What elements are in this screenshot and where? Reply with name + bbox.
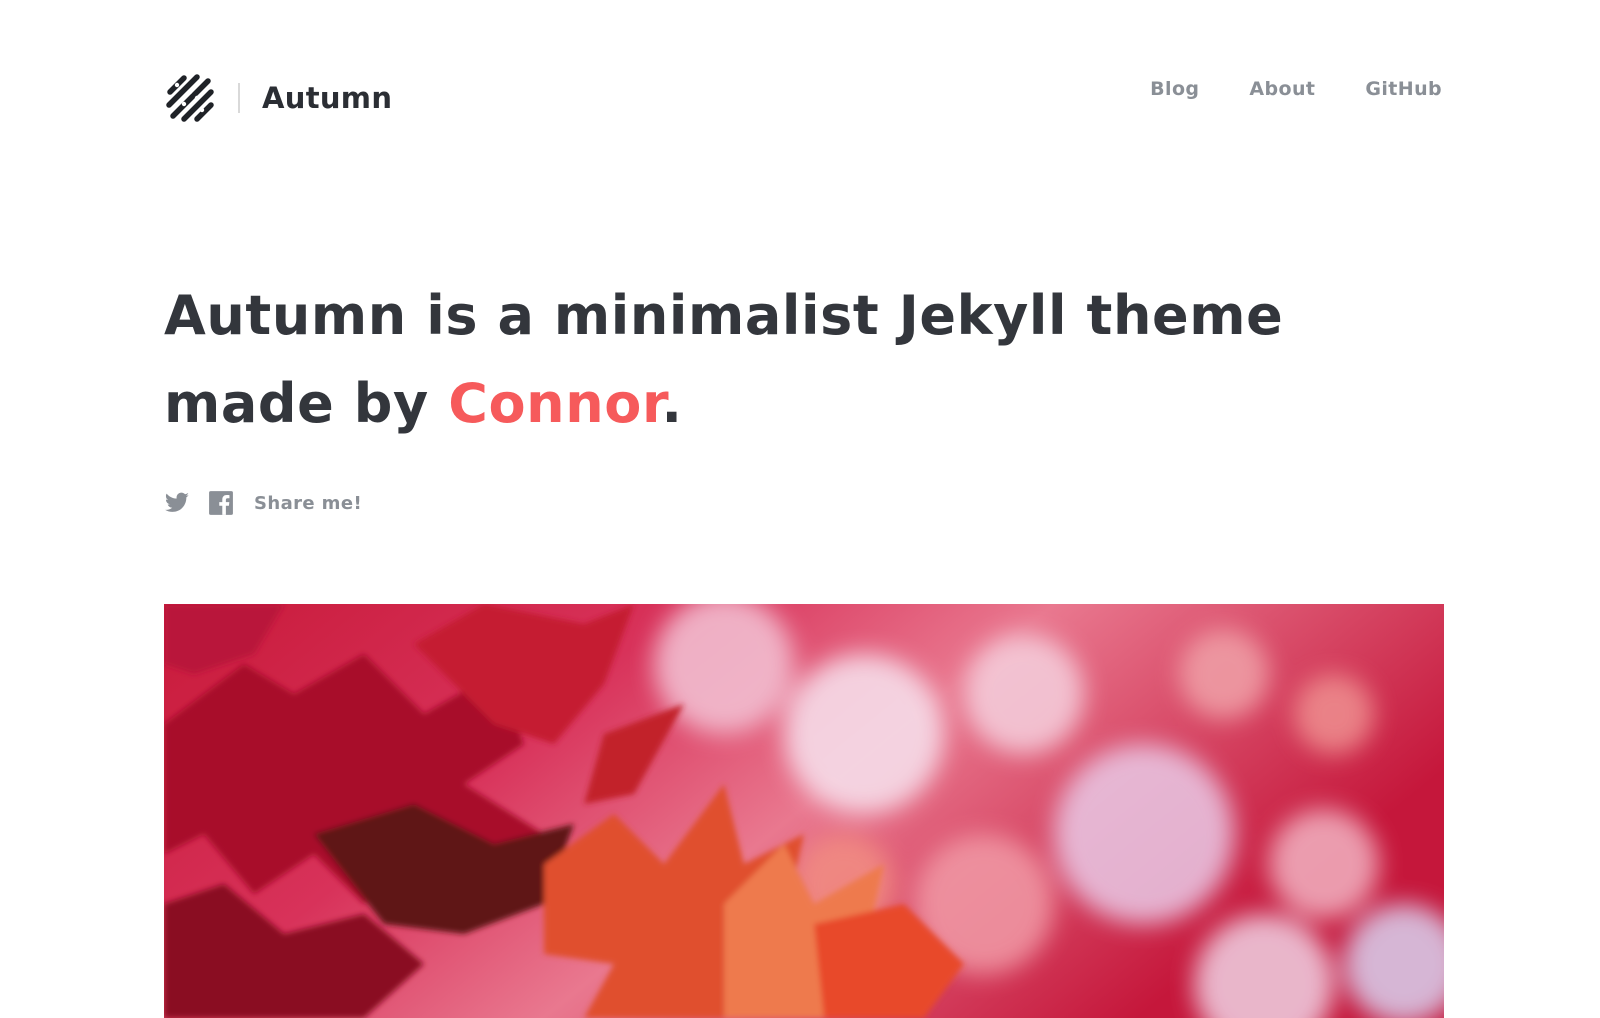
hero-image — [164, 604, 1444, 1018]
share-label: Share me! — [254, 492, 363, 514]
twitter-icon[interactable] — [164, 490, 190, 516]
autumn-leaves-image — [164, 604, 1444, 1018]
brand-divider — [238, 83, 240, 113]
headline-period: . — [661, 372, 683, 435]
main-nav: Blog About GitHub — [1150, 78, 1442, 100]
author-link[interactable]: Connor — [448, 372, 661, 435]
facebook-icon[interactable] — [208, 490, 234, 516]
striped-logo-icon — [166, 74, 214, 122]
nav-item-blog[interactable]: Blog — [1150, 78, 1199, 100]
site-header: Autumn Blog About GitHub — [164, 70, 1442, 126]
nav-item-about[interactable]: About — [1249, 78, 1315, 100]
brand-home-link[interactable]: Autumn — [164, 70, 392, 126]
nav-item-github[interactable]: GitHub — [1365, 78, 1442, 100]
headline-text: Autumn is a minimalist Jekyll theme made… — [164, 284, 1284, 435]
page: Autumn Blog About GitHub Autumn is a min… — [0, 0, 1600, 1018]
share-bar: Share me! — [164, 488, 362, 518]
brand-name: Autumn — [262, 81, 393, 115]
hero-headline: Autumn is a minimalist Jekyll theme made… — [164, 272, 1454, 448]
